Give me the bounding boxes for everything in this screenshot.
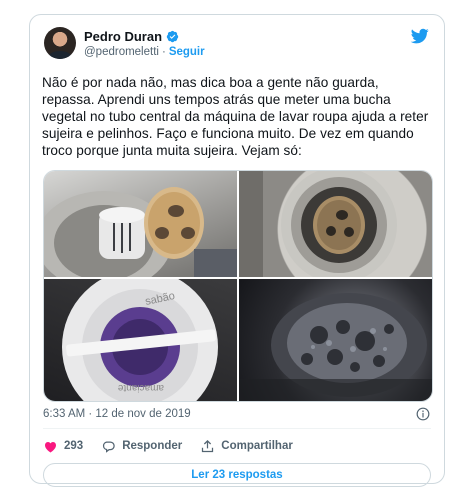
read-replies-button[interactable]: Ler 23 respostas: [43, 463, 431, 487]
photo-loofah-top-view[interactable]: [239, 171, 432, 277]
author-name-row[interactable]: Pedro Duran: [84, 29, 179, 44]
reply-label: Responder: [122, 440, 183, 452]
photo-dispenser-sabao[interactable]: sabão amaciante: [44, 279, 237, 401]
verified-badge-icon: [166, 30, 179, 43]
twitter-bird-icon[interactable]: [410, 27, 430, 45]
author-name[interactable]: Pedro Duran: [84, 29, 162, 44]
share-icon: [202, 439, 214, 452]
share-button[interactable]: Compartilhar: [200, 439, 293, 454]
heart-icon: [45, 441, 56, 452]
photo-dirty-loofah[interactable]: [239, 279, 432, 401]
like-count: 293: [64, 440, 84, 452]
reply-icon: [103, 441, 115, 453]
divider: [43, 428, 431, 429]
photo-loofah-on-agitator[interactable]: [44, 171, 237, 277]
label-amaciante: amaciante: [117, 382, 164, 393]
info-icon[interactable]: [416, 407, 430, 421]
tweet-actions: 293 Responder Compartilhar: [43, 437, 293, 455]
follow-button[interactable]: Seguir: [169, 46, 205, 58]
tweet-timestamp[interactable]: 6:33 AM · 12 de nov de 2019: [43, 408, 191, 420]
tweet-media-grid[interactable]: sabão amaciante: [43, 170, 433, 402]
author-handle[interactable]: @pedromeletti: [84, 46, 159, 58]
like-button[interactable]: 293: [43, 439, 83, 454]
tweet-text: Não é por nada não, mas dica boa a gente…: [42, 75, 429, 158]
tweet-card: Pedro Duran @pedromeletti · Seguir Não é…: [29, 14, 445, 487]
separator-dot: ·: [161, 46, 166, 58]
tweet-header: Pedro Duran @pedromeletti · Seguir: [44, 27, 430, 67]
reply-button[interactable]: Responder: [101, 439, 182, 454]
handle-row: @pedromeletti · Seguir: [84, 46, 205, 58]
avatar[interactable]: [44, 27, 76, 59]
share-label: Compartilhar: [221, 440, 293, 452]
